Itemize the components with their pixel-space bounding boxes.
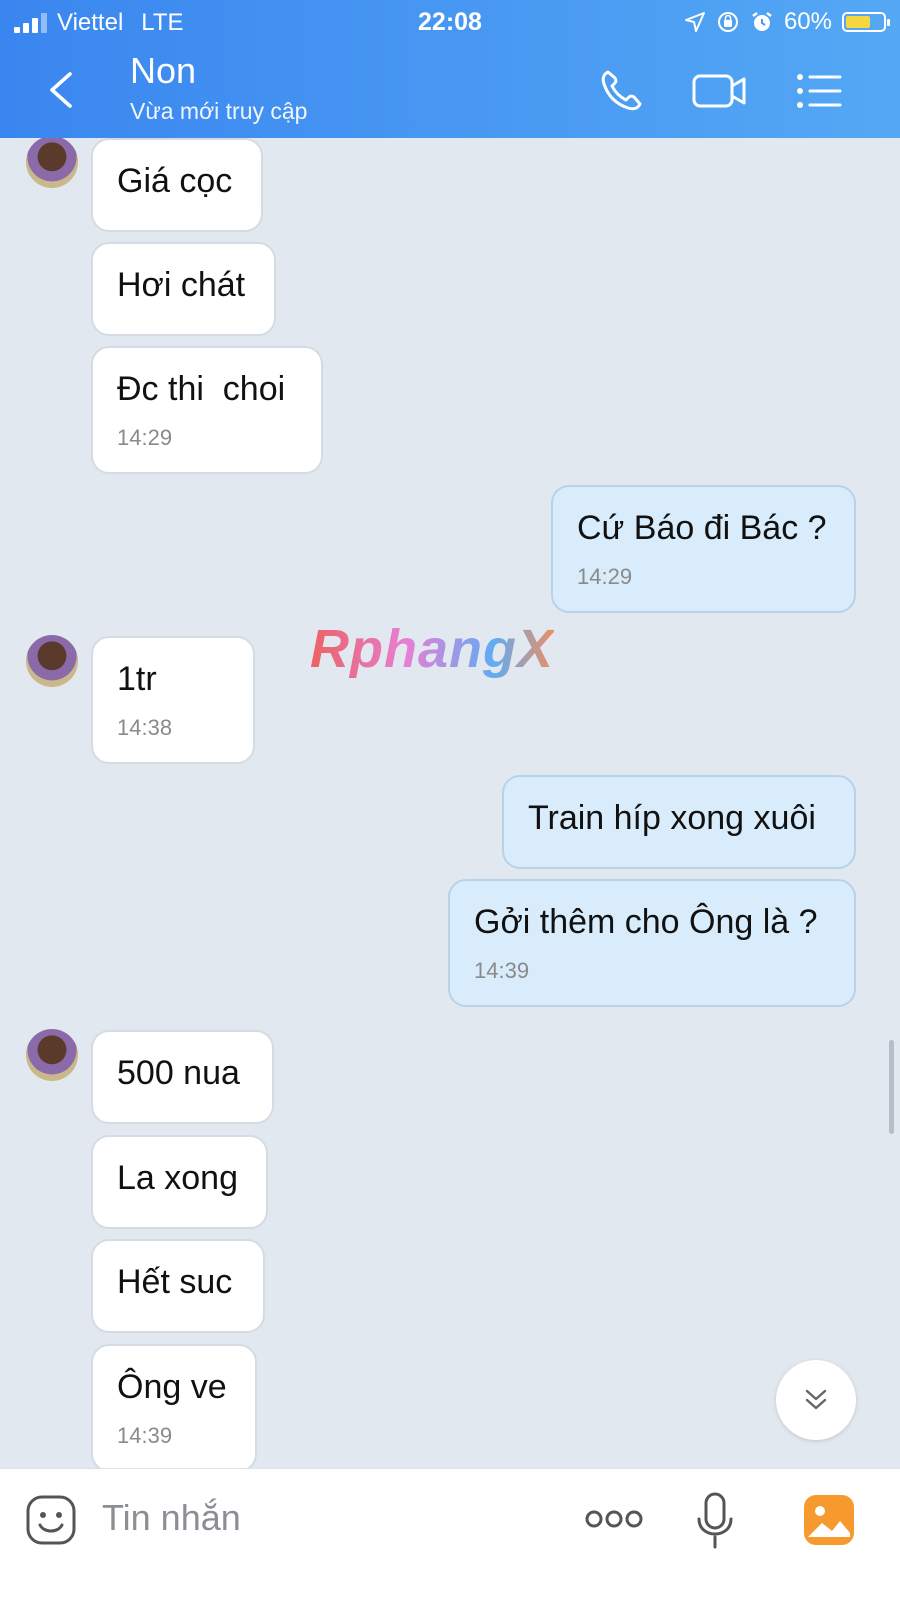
message-time: 14:38 — [117, 715, 173, 740]
message-text: Hơi chát — [117, 266, 246, 304]
microphone-icon[interactable] — [695, 1491, 735, 1551]
message-text: Hết suc — [117, 1263, 233, 1301]
message-bubble[interactable]: 500 nua — [91, 1030, 274, 1124]
message-bubble[interactable]: Đc thi choi 14:29 — [91, 346, 323, 474]
contact-name[interactable]: Non — [130, 50, 196, 92]
message-text: Giá cọc — [117, 162, 233, 200]
avatar[interactable] — [26, 138, 78, 188]
message-list[interactable]: Giá cọc Hơi chát Đc thi choi 14:29 Cứ Bá… — [0, 138, 900, 1494]
message-text: 500 nua — [117, 1054, 240, 1092]
message-bubble[interactable]: 1tr 14:38 — [91, 636, 255, 764]
message-bubble-sent[interactable]: Gởi thêm cho Ông là ? 14:39 — [448, 879, 856, 1007]
orientation-lock-icon — [717, 12, 738, 32]
message-text: La xong — [117, 1159, 238, 1197]
alarm-icon — [752, 12, 772, 31]
emoji-icon[interactable] — [24, 1493, 78, 1547]
message-bubble[interactable]: La xong — [91, 1135, 268, 1229]
message-bubble[interactable]: Ông ve 14:39 — [91, 1344, 257, 1472]
message-time: 14:29 — [117, 425, 173, 450]
avatar[interactable] — [26, 635, 78, 687]
message-input[interactable]: Tin nhắn — [102, 1497, 241, 1539]
avatar[interactable] — [26, 1029, 78, 1081]
battery-icon — [842, 12, 890, 32]
double-chevron-down-icon — [805, 1389, 827, 1410]
status-bar: Viettel LTE 22:08 60% — [0, 0, 900, 46]
phone-icon[interactable] — [594, 64, 648, 118]
scroll-to-bottom-button[interactable] — [776, 1360, 856, 1440]
message-text: Đc thi choi — [117, 370, 286, 408]
message-bubble[interactable]: Hơi chát — [91, 242, 276, 336]
chat-header: Viettel LTE 22:08 60% Non Vừa mới truy c… — [0, 0, 900, 138]
message-time: 14:39 — [474, 958, 530, 983]
message-input-bar: Tin nhắn — [0, 1468, 900, 1601]
message-text: Gởi thêm cho Ông là ? — [474, 903, 818, 941]
battery-percent: 60% — [783, 8, 832, 35]
message-bubble[interactable]: Giá cọc — [91, 138, 263, 232]
message-text: Train híp xong xuôi — [528, 799, 816, 837]
gallery-icon[interactable] — [802, 1493, 856, 1547]
message-text: 1tr — [117, 660, 157, 698]
message-bubble[interactable]: Hết suc — [91, 1239, 265, 1333]
message-text: Cứ Báo đi Bác ? — [577, 509, 827, 547]
location-icon — [684, 12, 705, 32]
message-time: 14:39 — [117, 1423, 173, 1448]
message-time: 14:29 — [577, 564, 633, 589]
message-text: Ông ve — [117, 1368, 227, 1406]
message-bubble-sent[interactable]: Train híp xong xuôi — [502, 775, 856, 869]
contact-status: Vừa mới truy cập — [130, 98, 308, 124]
back-chevron-icon[interactable] — [40, 68, 84, 112]
menu-list-icon[interactable] — [794, 64, 844, 118]
video-camera-icon[interactable] — [690, 64, 750, 118]
scrollbar[interactable] — [889, 1040, 894, 1134]
more-icon[interactable] — [584, 1507, 644, 1531]
message-bubble-sent[interactable]: Cứ Báo đi Bác ? 14:29 — [551, 485, 856, 613]
watermark-logo: RphangX — [310, 619, 554, 679]
